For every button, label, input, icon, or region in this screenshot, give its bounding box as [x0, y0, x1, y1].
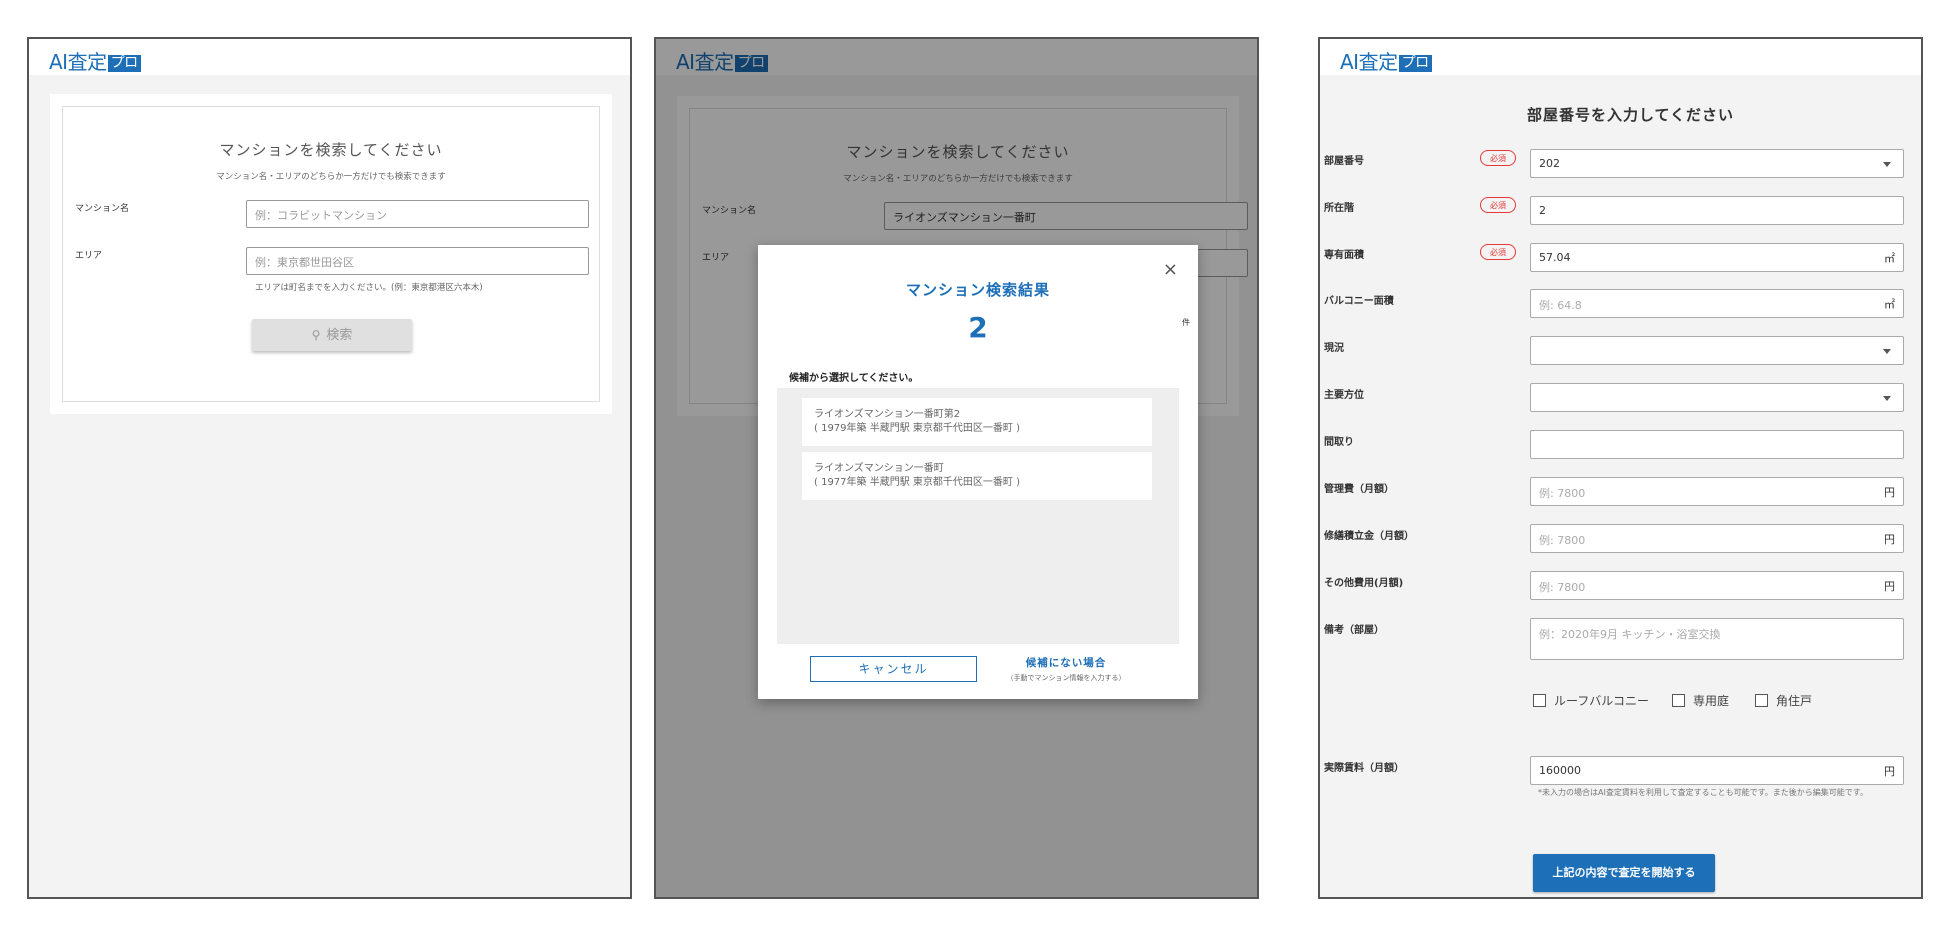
balcony-area-placeholder: 例: 64.8: [1539, 299, 1582, 312]
balcony-area-unit: ㎡: [1884, 298, 1895, 311]
search-button-label: 検索: [326, 328, 353, 343]
rent-label: 実際賃料（月額）: [1324, 763, 1404, 774]
select-prompt: 候補から選択してください。: [789, 373, 919, 384]
required-badge: 必須: [1480, 197, 1516, 213]
required-badge: 必須: [1480, 244, 1516, 260]
search-card: マンションを検索してください マンション名・エリアのどちらか一方だけでも検索でき…: [50, 94, 612, 414]
result-name: ライオンズマンション一番町第2: [814, 409, 961, 420]
search-form: マンションを検索してください マンション名・エリアのどちらか一方だけでも検索でき…: [62, 106, 600, 402]
list-item[interactable]: ライオンズマンション一番町第2 ( 1979年築 半蔵門駅 東京都千代田区一番町…: [802, 398, 1152, 446]
panel-search: AI査定 プロ マンションを検索してください マンション名・エリアのどちらか一方だ…: [27, 37, 632, 899]
page-title: 部屋番号を入力してください: [1526, 106, 1735, 124]
other-fee-input[interactable]: 例: 7800 円: [1530, 571, 1904, 600]
logo-pro-badge: プロ: [107, 55, 141, 72]
panel-search-results: AI査定 プロ マンションを検索してください マンション名・エリアのどちらか一方だ…: [654, 37, 1259, 899]
area-input[interactable]: 例：東京都世田谷区: [246, 247, 589, 275]
rent-input[interactable]: 160000 円: [1530, 756, 1904, 785]
checkbox-roof-balcony[interactable]: ルーフバルコニー: [1533, 692, 1649, 709]
panel-room-form: AI査定 プロ 部屋番号を入力してください 部屋番号 必須 202 所在階 必須 …: [1318, 37, 1923, 899]
other-fee-unit: 円: [1884, 580, 1895, 593]
other-fee-label: その他費用(月額): [1324, 578, 1404, 589]
area-label: エリア: [75, 251, 103, 261]
checkbox-label: ルーフバルコニー: [1554, 694, 1650, 708]
checkbox-icon: [1533, 694, 1546, 707]
orientation-select[interactable]: [1530, 383, 1904, 412]
manual-entry-sublabel: （手動でマンション情報を入力する）: [1006, 674, 1126, 682]
rent-note: *未入力の場合はAI査定賃料を利用して査定することも可能です。また後から編集可能…: [1538, 788, 1868, 797]
list-item[interactable]: ライオンズマンション一番町 ( 1977年築 半蔵門駅 東京都千代田区一番町 ): [802, 452, 1152, 500]
chevron-down-icon: [1883, 396, 1891, 401]
room-number-value: 202: [1539, 157, 1560, 170]
orientation-label: 主要方位: [1324, 390, 1364, 401]
logo[interactable]: AI査定 プロ: [1340, 46, 1432, 75]
balcony-area-input[interactable]: 例: 64.8 ㎡: [1530, 289, 1904, 318]
management-fee-label: 管理費（月額）: [1324, 484, 1394, 495]
area-size-input[interactable]: 57.04 ㎡: [1530, 243, 1904, 272]
area-size-unit: ㎡: [1884, 252, 1895, 265]
cancel-button[interactable]: キャンセル: [810, 656, 977, 682]
manual-entry-link[interactable]: 候補にない場合 （手動でマンション情報を入力する）: [996, 655, 1136, 683]
management-fee-input[interactable]: 例: 7800 円: [1530, 477, 1904, 506]
logo-text: AI査定: [49, 50, 107, 74]
balcony-area-label: バルコニー面積: [1324, 296, 1394, 307]
result-details: ( 1977年築 半蔵門駅 東京都千代田区一番町 ): [814, 477, 1020, 488]
result-count: 2件: [758, 311, 1198, 344]
checkbox-icon: [1755, 694, 1768, 707]
floor-label: 所在階: [1324, 203, 1354, 214]
search-results-modal: × マンション検索結果 2件 候補から選択してください。 ライオンズマンション一…: [758, 245, 1198, 699]
checkbox-label: 角住戸: [1776, 694, 1813, 708]
remarks-textarea[interactable]: 例：2020年9月 キッチン・浴室交換: [1530, 618, 1904, 660]
area-size-value: 57.04: [1539, 251, 1571, 264]
layout-input[interactable]: [1530, 430, 1904, 459]
search-button[interactable]: ⚲ 検索: [252, 319, 412, 351]
result-count-number: 2: [968, 311, 988, 344]
start-appraisal-button[interactable]: 上記の内容で査定を開始する: [1533, 854, 1715, 892]
checkbox-icon: [1672, 694, 1685, 707]
logo-text: AI査定: [1340, 50, 1398, 74]
result-name: ライオンズマンション一番町: [814, 463, 944, 474]
checkbox-private-garden[interactable]: 専用庭: [1672, 692, 1729, 709]
result-details: ( 1979年築 半蔵門駅 東京都千代田区一番町 ): [814, 423, 1020, 434]
chevron-down-icon: [1883, 349, 1891, 354]
other-fee-placeholder: 例: 7800: [1539, 581, 1586, 594]
status-label: 現況: [1324, 343, 1344, 354]
logo-pro-badge: プロ: [1398, 55, 1432, 72]
mansion-name-input[interactable]: 例：コラビットマンション: [246, 200, 589, 228]
result-count-unit: 件: [1182, 318, 1190, 327]
checkbox-corner-unit[interactable]: 角住戸: [1755, 692, 1812, 709]
result-list: ライオンズマンション一番町第2 ( 1979年築 半蔵門駅 東京都千代田区一番町…: [777, 388, 1179, 644]
area-hint: エリアは町名までを入力ください。(例：東京都港区六本木): [255, 283, 483, 293]
repair-fund-label: 修繕積立金（月額）: [1324, 531, 1414, 542]
repair-fund-input[interactable]: 例: 7800 円: [1530, 524, 1904, 553]
room-number-select[interactable]: 202: [1530, 149, 1904, 178]
chevron-down-icon: [1883, 162, 1891, 167]
app-header: AI査定 プロ: [29, 39, 630, 75]
status-select[interactable]: [1530, 336, 1904, 365]
management-fee-placeholder: 例: 7800: [1539, 487, 1586, 500]
management-fee-unit: 円: [1884, 486, 1895, 499]
mansion-name-label: マンション名: [75, 204, 130, 214]
rent-value: 160000: [1539, 764, 1581, 777]
close-icon[interactable]: ×: [1163, 259, 1178, 280]
repair-fund-placeholder: 例: 7800: [1539, 534, 1586, 547]
manual-entry-label: 候補にない場合: [1025, 657, 1107, 669]
room-number-label: 部屋番号: [1324, 156, 1364, 167]
required-badge: 必須: [1480, 150, 1516, 166]
checkbox-label: 専用庭: [1693, 694, 1730, 708]
floor-input[interactable]: 2: [1530, 196, 1904, 225]
remarks-label: 備考（部屋）: [1324, 625, 1384, 636]
app-header: AI査定 プロ: [1320, 39, 1921, 75]
rent-unit: 円: [1884, 765, 1895, 778]
search-title: マンションを検索してください: [219, 141, 443, 159]
area-size-label: 専有面積: [1324, 250, 1364, 261]
logo[interactable]: AI査定 プロ: [49, 46, 141, 75]
search-subtitle: マンション名・エリアのどちらか一方だけでも検索できます: [216, 172, 446, 182]
modal-title: マンション検索結果: [905, 281, 1050, 299]
repair-fund-unit: 円: [1884, 533, 1895, 546]
search-icon: ⚲: [311, 328, 321, 342]
layout-label: 間取り: [1324, 437, 1354, 448]
